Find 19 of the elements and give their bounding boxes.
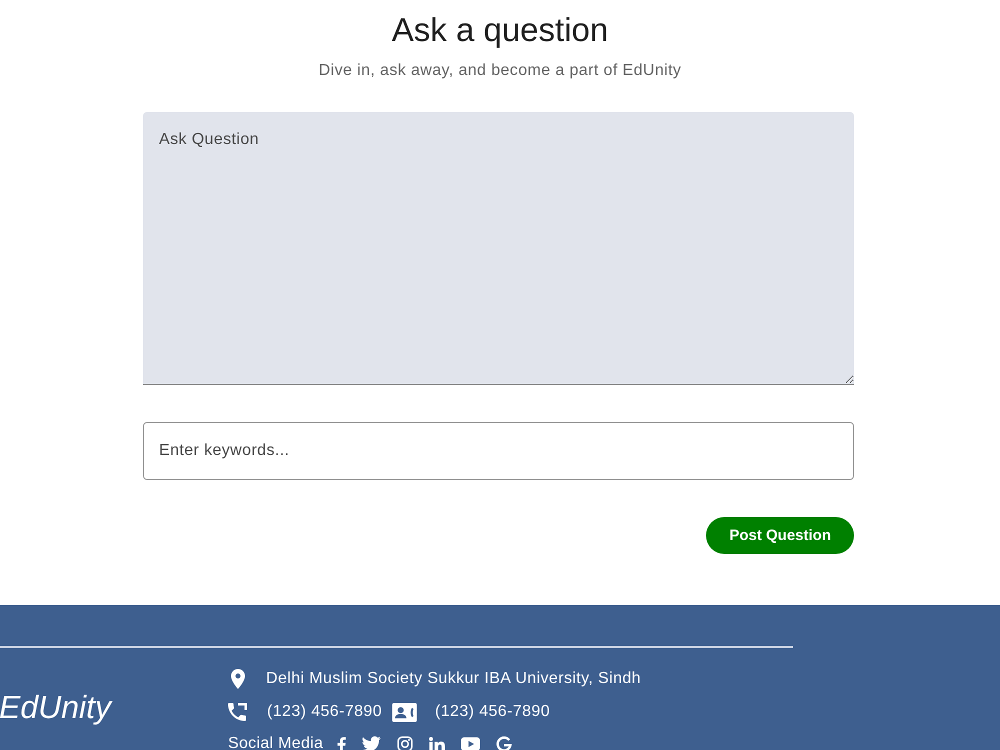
address-text: Delhi Muslim Society Sukkur IBA University, Sindh	[266, 669, 641, 689]
phone-icon	[228, 702, 247, 722]
in-letters-icon[interactable]	[429, 736, 446, 750]
post-question-button[interactable]: Post Question	[706, 517, 854, 554]
f-letter-icon[interactable]	[337, 735, 346, 750]
question-field[interactable]: Ask Question	[143, 112, 854, 385]
pin-icon	[231, 669, 245, 689]
keywords-field[interactable]: Enter keywords...	[143, 422, 854, 480]
page-subtitle: Dive in, ask away, and become a part of EdUnity	[318, 61, 682, 81]
phone-number-text: (123) 456-7890	[267, 702, 382, 722]
g-letter-icon[interactable]	[496, 736, 512, 750]
play-button-icon[interactable]	[461, 737, 480, 750]
bird-icon[interactable]	[362, 736, 382, 750]
social-media-label: Social Media	[228, 734, 324, 750]
brand-logo-text: EdUnity	[0, 688, 112, 727]
phone-number-text: (123) 456-7890	[435, 702, 550, 722]
contact-card-icon	[392, 702, 418, 722]
camera-outline-icon[interactable]	[397, 736, 414, 750]
page-title: Ask a question	[392, 10, 608, 50]
